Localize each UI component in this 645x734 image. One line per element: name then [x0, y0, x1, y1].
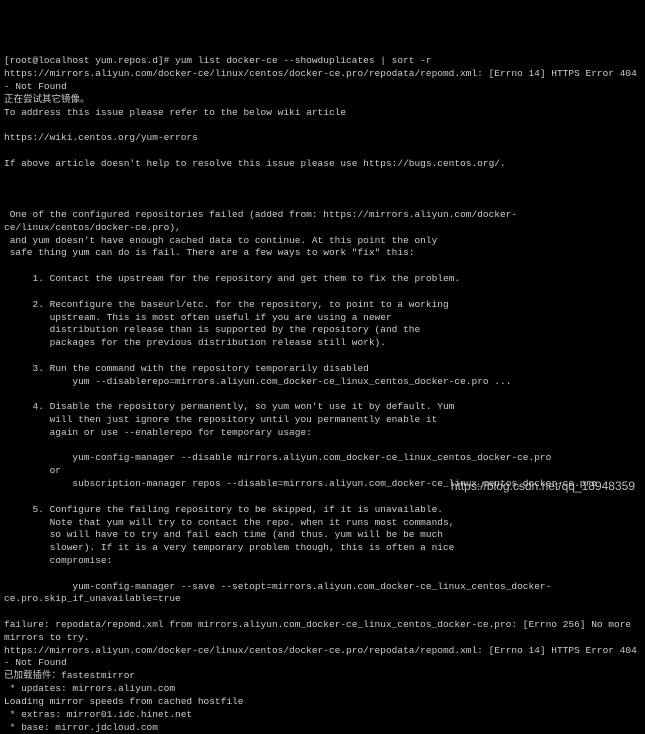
output-line: If above article doesn't help to resolve…	[4, 158, 506, 169]
output-line: https://mirrors.aliyun.com/docker-ce/lin…	[4, 645, 643, 669]
output-line: To address this issue please refer to th…	[4, 107, 346, 118]
shell-prompt: [root@localhost yum.repos.d]#	[4, 55, 175, 66]
terminal-output: [root@localhost yum.repos.d]# yum list d…	[4, 55, 643, 732]
output-line: again or use --enablerepo for temporary …	[4, 427, 312, 438]
output-line: * updates: mirrors.aliyun.com	[4, 683, 175, 694]
output-line: 正在尝试其它镜像。	[4, 94, 90, 105]
output-line: 5. Configure the failing repository to b…	[4, 504, 443, 515]
output-line: and yum doesn't have enough cached data …	[4, 235, 437, 246]
output-line: packages for the previous distribution r…	[4, 337, 386, 348]
output-line: or	[4, 465, 61, 476]
output-line: yum-config-manager --disable mirrors.ali…	[4, 452, 551, 463]
output-line: distribution release than is supported b…	[4, 324, 420, 335]
output-line: Note that yum will try to contact the re…	[4, 517, 454, 528]
output-line: will then just ignore the repository unt…	[4, 414, 437, 425]
output-line: 2. Reconfigure the baseurl/etc. for the …	[4, 299, 449, 310]
output-line: safe thing yum can do is fail. There are…	[4, 247, 414, 258]
output-line: * base: mirror.jdcloud.com	[4, 722, 158, 733]
output-line: Loading mirror speeds from cached hostfi…	[4, 696, 243, 707]
output-line: https://wiki.centos.org/yum-errors	[4, 132, 198, 143]
output-line: yum-config-manager --save --setopt=mirro…	[4, 581, 551, 605]
output-line: yum --disablerepo=mirrors.aliyun.com_doc…	[4, 376, 511, 387]
output-line: One of the configured repositories faile…	[4, 209, 517, 233]
output-line: 3. Run the command with the repository t…	[4, 363, 369, 374]
output-line: https://mirrors.aliyun.com/docker-ce/lin…	[4, 68, 643, 92]
output-line: so will have to try and fail each time (…	[4, 529, 443, 540]
output-line: 4. Disable the repository permanently, s…	[4, 401, 454, 412]
output-line: compromise:	[4, 555, 112, 566]
output-line: failure: repodata/repomd.xml from mirror…	[4, 619, 637, 643]
output-line: upstream. This is most often useful if y…	[4, 312, 392, 323]
output-line: 已加载插件：fastestmirror	[4, 670, 135, 681]
output-line: * extras: mirror01.idc.hinet.net	[4, 709, 192, 720]
output-line: 1. Contact the upstream for the reposito…	[4, 273, 460, 284]
command-text: yum list docker-ce --showduplicates | so…	[175, 55, 432, 66]
watermark-text: https://blog.csdn.net/qq_18948359	[451, 478, 635, 494]
output-line: slower). If it is a very temporary probl…	[4, 542, 454, 553]
